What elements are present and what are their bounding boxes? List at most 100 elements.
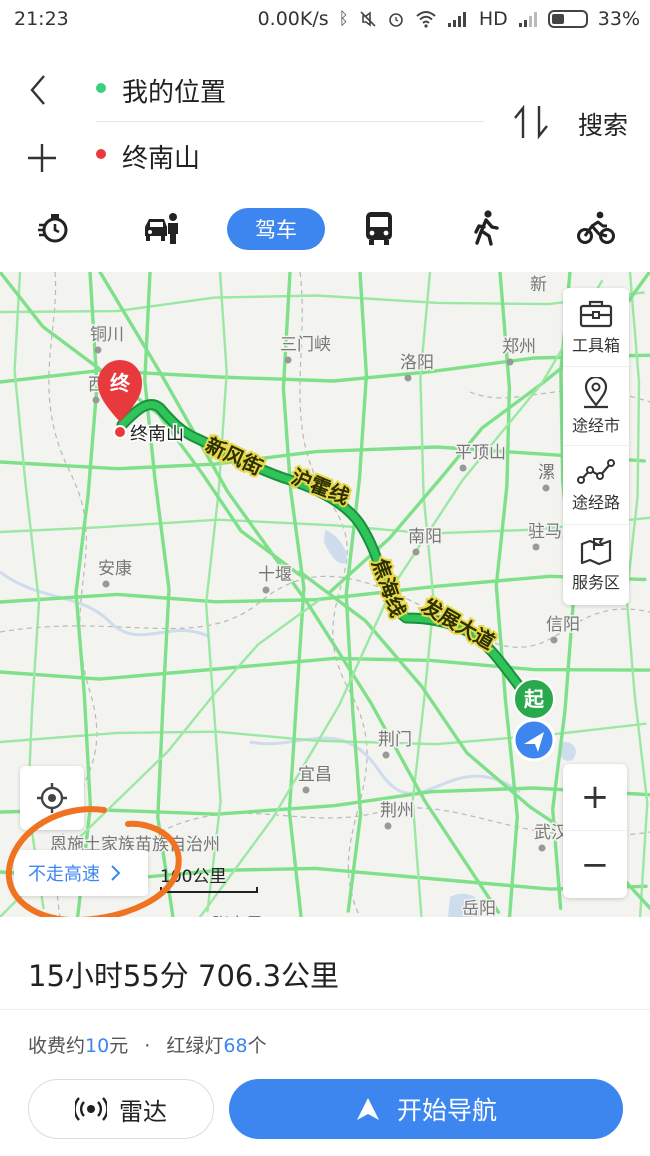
route-summary: 15小时55分 706.3公里 收费约10元 · 红绿灯68个 雷达 开始导航 bbox=[0, 917, 650, 1156]
city-dot bbox=[92, 396, 100, 404]
hd-label: HD bbox=[478, 8, 508, 30]
city-label: 信阳 bbox=[546, 615, 580, 634]
signal-icon-2 bbox=[518, 12, 537, 27]
city-dot bbox=[284, 356, 292, 364]
map-view[interactable]: 铜川西安三门峡洛阳郑州平顶山漯驻马店南阳安康十堰信阳荆门宜昌荆州武汉岳阳张家界恩… bbox=[0, 272, 650, 917]
map-tools-panel: 工具箱 途经市 途经路 服务区 bbox=[563, 288, 629, 605]
bus-icon bbox=[366, 212, 392, 245]
city-dot bbox=[404, 374, 412, 382]
city-label: 铜川 bbox=[90, 325, 124, 344]
city-label: 三门峡 bbox=[280, 335, 331, 354]
city-dot bbox=[532, 543, 540, 551]
city-dot bbox=[262, 586, 270, 594]
toll-suffix: 元 bbox=[109, 1035, 129, 1057]
city-label: 漯 bbox=[538, 463, 555, 482]
end-marker-text: 终 bbox=[110, 371, 131, 395]
navigation-arrow-icon bbox=[356, 1098, 379, 1120]
radar-button[interactable]: 雷达 bbox=[28, 1079, 214, 1139]
city-label: 荆门 bbox=[378, 730, 412, 749]
toolbox-icon bbox=[579, 300, 613, 327]
my-location-marker bbox=[512, 718, 556, 762]
city-label: 新 bbox=[530, 275, 547, 294]
annotation-circle bbox=[5, 806, 182, 917]
waypoint-road-label: 途经路 bbox=[571, 492, 620, 512]
waypoint-road-icon bbox=[577, 458, 615, 484]
swap-icon bbox=[514, 104, 548, 140]
mode-bike[interactable] bbox=[566, 206, 626, 250]
waypoint-city-icon bbox=[584, 376, 608, 408]
city-dot bbox=[382, 751, 390, 759]
status-bar: 21:23 0.00K/s ᛒ HD 33% bbox=[0, 0, 650, 38]
toolbox-label: 工具箱 bbox=[571, 335, 620, 355]
lights-prefix: 红绿灯 bbox=[166, 1035, 224, 1057]
end-label: 终南山 bbox=[130, 424, 184, 444]
city-label: 洛阳 bbox=[400, 353, 434, 372]
start-navigation-button[interactable]: 开始导航 bbox=[229, 1079, 623, 1139]
city-dot bbox=[506, 358, 514, 366]
bluetooth-icon: ᛒ bbox=[338, 9, 349, 29]
city-label: 南阳 bbox=[408, 527, 442, 546]
duration-distance: 15小时55分 706.3公里 bbox=[28, 959, 340, 993]
alarm-icon bbox=[389, 13, 403, 27]
battery-icon bbox=[547, 10, 588, 28]
radar-label: 雷达 bbox=[119, 1097, 167, 1126]
zoom-in-button[interactable]: + bbox=[563, 764, 627, 831]
city-dot bbox=[459, 464, 467, 472]
city-label: 十堰 bbox=[258, 565, 292, 584]
city-label: 宜昌 bbox=[298, 765, 332, 784]
route-divider bbox=[96, 121, 484, 122]
city-dot bbox=[412, 548, 420, 556]
route-panel: 我的位置 终南山 搜索 bbox=[0, 50, 650, 195]
waypoint-road-button[interactable]: 途经路 bbox=[563, 446, 629, 525]
taxi-icon bbox=[38, 214, 68, 243]
toll-prefix: 收费约 bbox=[28, 1035, 86, 1057]
bike-icon bbox=[577, 211, 615, 244]
waypoint-city-label: 途经市 bbox=[571, 415, 620, 435]
city-label: 平顶山 bbox=[455, 443, 506, 462]
city-dot bbox=[538, 844, 546, 852]
city-label: 荆州 bbox=[380, 801, 414, 820]
back-button[interactable] bbox=[22, 70, 56, 110]
summary-divider bbox=[0, 1009, 650, 1010]
mode-drive[interactable]: 驾车 bbox=[227, 208, 325, 250]
toll-value: 10 bbox=[85, 1035, 110, 1057]
mode-walk[interactable] bbox=[456, 206, 516, 250]
city-label: 岳阳 bbox=[462, 899, 496, 917]
mode-carpool[interactable] bbox=[132, 206, 192, 250]
city-dot bbox=[94, 346, 102, 354]
signal-icon bbox=[447, 12, 466, 27]
city-dot bbox=[302, 786, 310, 794]
mode-taxi[interactable] bbox=[24, 206, 84, 250]
toolbox-button[interactable]: 工具箱 bbox=[563, 288, 629, 367]
zoom-controls: + − bbox=[563, 764, 627, 898]
net-speed: 0.00K/s bbox=[257, 8, 329, 30]
zoom-out-button[interactable]: − bbox=[563, 831, 627, 898]
city-dot bbox=[550, 636, 558, 644]
service-area-icon bbox=[580, 538, 612, 566]
city-label: 郑州 bbox=[502, 337, 536, 356]
transport-mode-bar: 驾车 bbox=[0, 200, 650, 264]
start-marker: 起 bbox=[513, 678, 555, 720]
origin-field[interactable]: 我的位置 bbox=[122, 72, 226, 109]
service-area-label: 服务区 bbox=[571, 573, 620, 592]
lights-value: 68 bbox=[223, 1035, 248, 1057]
fees-info: 收费约10元 · 红绿灯68个 bbox=[28, 1031, 267, 1058]
wifi-icon bbox=[416, 11, 436, 28]
destination-field[interactable]: 终南山 bbox=[122, 138, 200, 175]
lights-suffix: 个 bbox=[247, 1035, 267, 1057]
city-dot bbox=[542, 484, 550, 492]
service-area-button[interactable]: 服务区 bbox=[563, 525, 629, 604]
status-time: 21:23 bbox=[14, 8, 69, 30]
chevron-left-icon bbox=[30, 75, 45, 105]
walk-icon bbox=[474, 210, 499, 246]
swap-button[interactable] bbox=[510, 102, 552, 142]
search-button[interactable]: 搜索 bbox=[578, 106, 628, 142]
radar-icon bbox=[75, 1097, 107, 1121]
city-dot bbox=[102, 580, 110, 588]
mode-bus[interactable] bbox=[349, 206, 409, 250]
waypoint-city-button[interactable]: 途经市 bbox=[563, 367, 629, 446]
start-navigation-label: 开始导航 bbox=[396, 1096, 497, 1125]
start-marker-text: 起 bbox=[523, 688, 545, 711]
destination-dot bbox=[96, 149, 106, 159]
add-waypoint-button[interactable] bbox=[22, 138, 62, 178]
